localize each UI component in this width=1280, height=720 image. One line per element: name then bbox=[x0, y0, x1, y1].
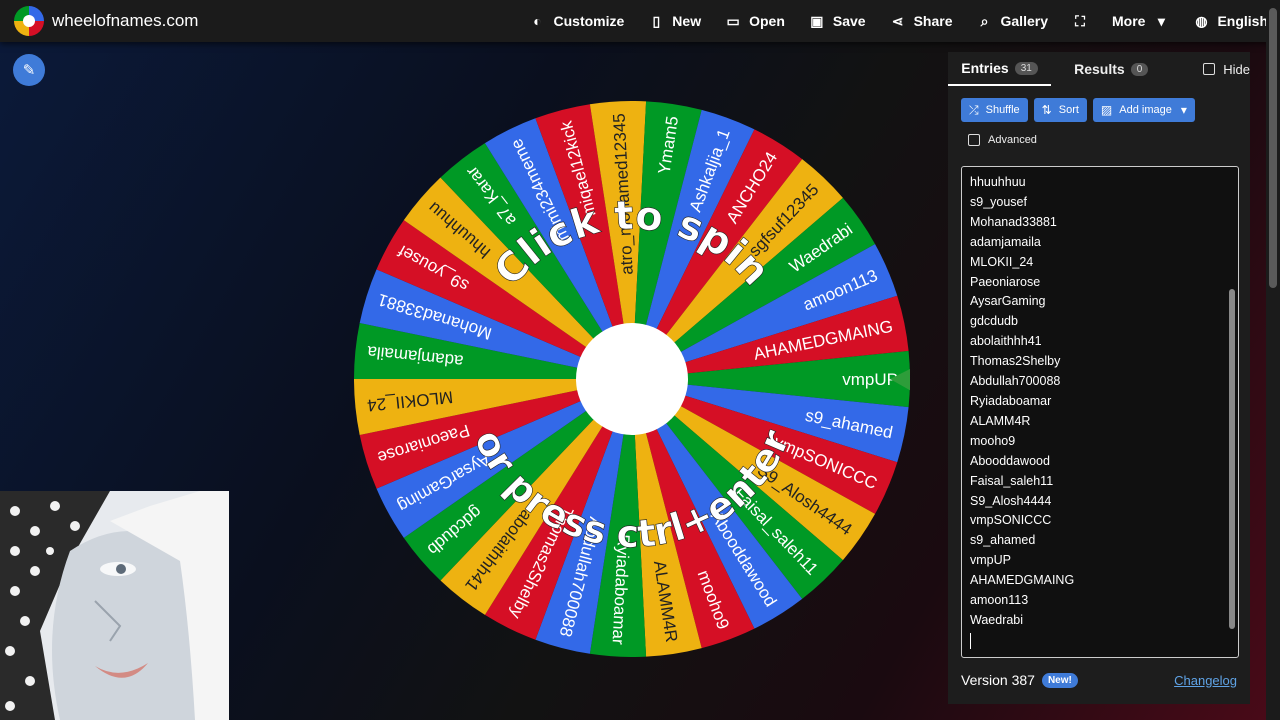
nav-item-0[interactable]: ◐ Customize bbox=[530, 13, 625, 29]
share-icon: ⋖ bbox=[891, 12, 904, 29]
sort-button[interactable]: ⇅ Sort bbox=[1033, 98, 1087, 122]
webcam-overlay-image bbox=[0, 491, 229, 720]
nav-item-5[interactable]: ⌕ Gallery bbox=[977, 12, 1048, 30]
entries-list[interactable]: hhuuhhuu s9_yousef Mohanad33881 adamjamaila… bbox=[962, 167, 1238, 655]
entry-line[interactable]: s9_yousef bbox=[970, 193, 1230, 213]
floppy-icon: ▣ bbox=[810, 12, 824, 29]
nav-item-2[interactable]: ▭ Open bbox=[725, 12, 785, 30]
changelog-link[interactable]: Changelog bbox=[1174, 673, 1237, 688]
nav-label: Open bbox=[749, 13, 785, 29]
wheel-center-hub[interactable] bbox=[576, 323, 688, 435]
entry-line[interactable]: mooho9 bbox=[970, 432, 1230, 452]
new-badge: New! bbox=[1041, 672, 1078, 688]
nav-item-8[interactable]: ◍ English bbox=[1193, 12, 1268, 30]
nav-item-3[interactable]: ▣ Save bbox=[809, 12, 866, 30]
tab-results[interactable]: Results 0 bbox=[1074, 61, 1149, 77]
entry-line[interactable]: AHAMEDGMAING bbox=[970, 571, 1230, 591]
site-name: wheelofnames.com bbox=[52, 11, 199, 30]
shuffle-button[interactable]: ⤮ Shuffle bbox=[961, 98, 1028, 122]
entry-line[interactable]: Abdullah700088 bbox=[970, 372, 1230, 392]
nav-label: Gallery bbox=[1000, 13, 1048, 29]
main-nav: ◐ Customize ▯ New ▭ Open ▣ Save ⋖ Share ⌕ Gallery ⛶ M… bbox=[530, 0, 1280, 42]
version-text: Version 387 bbox=[961, 672, 1035, 688]
pencil-icon: ✎ bbox=[22, 62, 36, 79]
hide-toggle[interactable]: Hide bbox=[1203, 62, 1250, 77]
panel-tabs: Entries 31 Results 0 Hide bbox=[948, 52, 1250, 86]
wheel-svg[interactable]: vmpUPs9_ahamedvmpSONICCCS9_Alosh4444Fais… bbox=[354, 100, 926, 657]
entry-actions: ⤮ Shuffle ⇅ Sort ▨ Add image ▾ bbox=[961, 98, 1250, 122]
globe-icon: ◍ bbox=[1195, 12, 1208, 29]
nav-label: English bbox=[1217, 13, 1268, 29]
entries-count-badge: 31 bbox=[1014, 61, 1038, 75]
hide-label: Hide bbox=[1223, 61, 1250, 77]
entry-line[interactable]: Mohanad33881 bbox=[970, 213, 1230, 233]
tab-entries-label: Entries bbox=[961, 60, 1009, 76]
sort-label: Sort bbox=[1058, 104, 1079, 116]
entry-line[interactable]: Paeoniarose bbox=[970, 273, 1230, 293]
entry-line[interactable]: adamjamaila bbox=[970, 233, 1230, 253]
entry-line[interactable]: Faisal_saleh11 bbox=[970, 472, 1230, 492]
palette-icon: ◐ bbox=[533, 13, 542, 29]
tab-results-label: Results bbox=[1074, 61, 1125, 77]
wheel-segment-label: vmpUP bbox=[842, 370, 898, 389]
search-icon: ⌕ bbox=[980, 12, 989, 29]
hide-checkbox[interactable] bbox=[1203, 63, 1216, 75]
nav-label: Customize bbox=[553, 13, 625, 29]
entry-line[interactable]: AysarGaming bbox=[970, 292, 1230, 312]
nav-label: Share bbox=[913, 13, 953, 29]
entries-scrollbar[interactable] bbox=[1228, 169, 1236, 655]
sort-icon: ⇅ bbox=[1041, 103, 1052, 117]
add-image-label: Add image bbox=[1119, 104, 1172, 116]
top-navigation-bar: wheelofnames.com ◐ Customize ▯ New ▭ Open ▣ Sav… bbox=[0, 0, 1280, 42]
file-icon: ▯ bbox=[652, 12, 661, 29]
fullscreen-icon: ⛶ bbox=[1075, 12, 1085, 29]
advanced-label: Advanced bbox=[988, 134, 1037, 146]
entry-line[interactable]: abolaithhh41 bbox=[970, 332, 1230, 352]
nav-item-4[interactable]: ⋖ Share bbox=[890, 12, 953, 30]
entry-line[interactable]: S9_Alosh4444 bbox=[970, 492, 1230, 512]
chevron-down-icon: ▾ bbox=[1180, 103, 1187, 117]
nav-label: New bbox=[672, 13, 702, 29]
entry-line[interactable]: s9_ahamed bbox=[970, 531, 1230, 551]
edit-pencil-button[interactable]: ✎ bbox=[13, 54, 45, 86]
page-scrollbar-thumb[interactable] bbox=[1269, 8, 1277, 288]
nav-item-7[interactable]: More ▾ bbox=[1111, 12, 1169, 30]
advanced-toggle[interactable]: Advanced bbox=[968, 134, 1250, 146]
entry-line[interactable]: Waedrabi bbox=[970, 611, 1230, 631]
advanced-checkbox[interactable] bbox=[968, 134, 980, 146]
entry-line[interactable]: Ryiadaboamar bbox=[970, 392, 1230, 412]
image-icon: ▨ bbox=[1100, 103, 1113, 117]
panel-footer: Version 387 New! Changelog bbox=[961, 672, 1237, 688]
nav-item-1[interactable]: ▯ New bbox=[648, 12, 702, 30]
wheel[interactable]: vmpUP s9_ahamed vmpSONICCC S9_Alosh4444 Fais… bbox=[354, 100, 926, 657]
results-count-badge: 0 bbox=[1130, 62, 1149, 76]
wheel-logo-icon bbox=[14, 6, 44, 36]
nav-item-6[interactable]: ⛶ bbox=[1072, 13, 1088, 29]
text-caret bbox=[970, 632, 971, 649]
add-image-button[interactable]: ▨ Add image ▾ bbox=[1092, 98, 1195, 122]
chevron-down-icon: ▾ bbox=[1157, 12, 1165, 29]
entry-line[interactable]: MLOKII_24 bbox=[970, 253, 1230, 273]
entry-line[interactable]: Abooddawood bbox=[970, 452, 1230, 472]
entry-line[interactable]: ALAMM4R bbox=[970, 412, 1230, 432]
nav-label: Save bbox=[832, 13, 866, 29]
shuffle-icon: ⤮ bbox=[969, 102, 979, 117]
tab-entries[interactable]: Entries 31 bbox=[948, 52, 1052, 86]
page-scrollbar[interactable] bbox=[1266, 0, 1280, 720]
entry-line[interactable]: vmpUP bbox=[970, 551, 1230, 571]
brand[interactable]: wheelofnames.com bbox=[14, 6, 198, 36]
entries-textarea[interactable]: hhuuhhuu s9_yousef Mohanad33881 adamjamaila… bbox=[961, 166, 1239, 658]
entry-line[interactable]: gdcdudb bbox=[970, 312, 1230, 332]
entry-line[interactable]: Thomas2Shelby bbox=[970, 352, 1230, 372]
entry-line[interactable]: hhuuhhuu bbox=[970, 173, 1230, 193]
nav-label: More bbox=[1111, 13, 1146, 29]
entries-panel: Entries 31 Results 0 Hide ⤮ Shuffle ⇅ So… bbox=[948, 52, 1250, 704]
entries-scrollbar-thumb[interactable] bbox=[1229, 289, 1235, 629]
shuffle-label: Shuffle bbox=[985, 104, 1020, 116]
entry-line[interactable]: vmpSONICCC bbox=[970, 511, 1230, 531]
entry-line[interactable]: amoon113 bbox=[970, 591, 1230, 611]
folder-open-icon: ▭ bbox=[726, 12, 740, 29]
